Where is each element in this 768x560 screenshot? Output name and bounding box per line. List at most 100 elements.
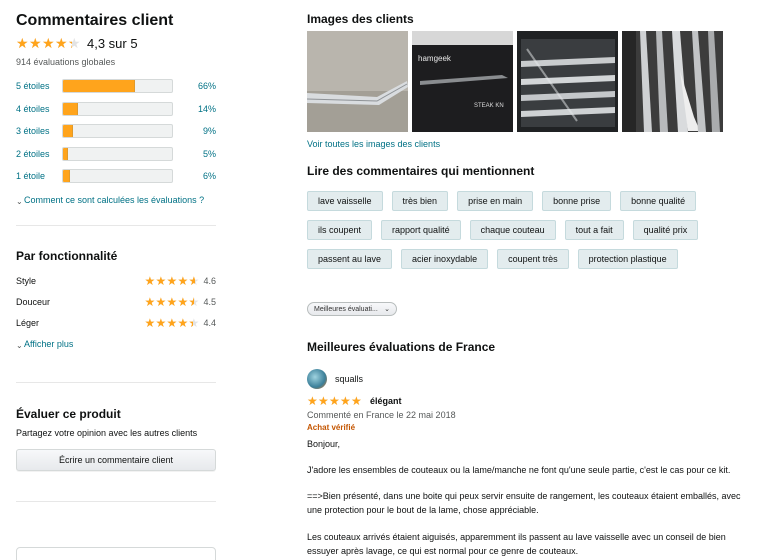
star-icon: ★★: [166, 316, 178, 330]
customer-image-1[interactable]: [307, 31, 408, 132]
verified-purchase-badge[interactable]: Achat vérifié: [307, 423, 757, 432]
show-more-text[interactable]: Afficher plus: [24, 338, 73, 352]
feature-stars: ★★★★★★★★★★: [144, 296, 199, 308]
feature-name: Léger: [16, 318, 40, 328]
review-title-row: ★ ★ ★ ★ ★ ★ ★ ★ ★ ★ élégant: [307, 395, 757, 407]
feature-row-douceur: Douceur ★ ★ ★ ★ ★ ★ ★ ★ ★ ★ 4.5: [16, 292, 216, 313]
histogram-row-4[interactable]: 4 étoiles 14%: [16, 98, 216, 121]
mention-chip[interactable]: ils coupent: [307, 220, 373, 240]
histogram-row-1[interactable]: 1 étoile 6%: [16, 165, 216, 188]
mention-chip[interactable]: coupent très: [497, 249, 569, 269]
histogram-fill: [63, 102, 79, 115]
histogram-percent[interactable]: 5%: [186, 149, 216, 159]
histogram-label[interactable]: 2 étoiles: [16, 149, 62, 159]
histogram-percent[interactable]: 9%: [186, 126, 216, 136]
mentions-heading: Lire des commentaires qui mentionnent: [307, 164, 535, 178]
histogram-fill: [63, 170, 70, 183]
histogram-label[interactable]: 4 étoiles: [16, 104, 62, 114]
feature-value: 4.6: [203, 276, 216, 286]
review-stars[interactable]: ★ ★ ★ ★ ★ ★ ★ ★ ★ ★: [307, 395, 362, 407]
star-icon: ★★: [329, 394, 340, 408]
customer-images-heading: Images des clients: [307, 12, 414, 26]
mention-chip[interactable]: rapport qualité: [381, 220, 461, 240]
reviews-main-column: Images des clients hamgeek STEAK KN Voir…: [307, 0, 757, 558]
review-paragraph: Les couteaux arrivés étaient aiguisés, a…: [307, 532, 726, 556]
star-icon: ★★: [16, 35, 29, 51]
star-icon: ★★: [351, 394, 362, 408]
mention-chip[interactable]: chaque couteau: [469, 220, 556, 240]
customer-image-3[interactable]: [517, 31, 618, 132]
feature-name: Style: [16, 276, 37, 286]
evaluate-subtitle: Partagez votre opinion avec les autres c…: [16, 427, 198, 438]
review-paragraph: Bonjour,: [307, 439, 341, 449]
feature-value: 4.5: [203, 297, 216, 307]
show-more-features-link[interactable]: ⌄ Afficher plus: [16, 338, 216, 352]
reviewer-name[interactable]: squalls: [335, 374, 363, 384]
chevron-down-icon: ⌄: [16, 196, 23, 206]
histogram-bar[interactable]: [62, 79, 173, 94]
histogram-row-5[interactable]: 5 étoiles 66%: [16, 75, 216, 98]
mention-chip[interactable]: bonne prise: [542, 191, 612, 211]
global-ratings-count: 914 évaluations globales: [16, 57, 116, 67]
top-reviews-heading: Meilleures évaluations de France: [307, 340, 496, 354]
histogram-row-2[interactable]: 2 étoiles 5%: [16, 143, 216, 166]
mention-chip[interactable]: tout a fait: [564, 220, 624, 240]
average-stars: ★★★★★★★★★★: [16, 36, 81, 50]
histogram-percent[interactable]: 6%: [186, 171, 216, 181]
star-icon: ★★: [155, 274, 167, 288]
histogram-fill: [63, 125, 73, 138]
reviews-heading: Commentaires client: [16, 12, 174, 29]
sort-dropdown[interactable]: Meilleures évaluati... ⌄: [307, 302, 397, 316]
star-icon: ★★: [55, 35, 68, 51]
mention-chip[interactable]: protection plastique: [577, 249, 678, 269]
mention-chip[interactable]: passent au lave: [307, 249, 393, 269]
mention-chip[interactable]: acier inoxydable: [401, 249, 489, 269]
histogram-row-3[interactable]: 3 étoiles 9%: [16, 120, 216, 143]
star-icon: ★★: [188, 295, 200, 309]
star-icon: ★★: [144, 274, 156, 288]
histogram-bar[interactable]: [62, 146, 173, 161]
chevron-down-icon: ⌄: [16, 340, 23, 350]
feature-name: Douceur: [16, 297, 51, 307]
see-all-images-link[interactable]: Voir toutes les images des clients: [307, 139, 757, 149]
histogram-bar[interactable]: [62, 101, 173, 116]
feature-value: 4.4: [203, 318, 216, 328]
mention-chip[interactable]: bonne qualité: [620, 191, 697, 211]
how-ratings-calculated-text[interactable]: Comment ce sont calculées les évaluation…: [24, 194, 204, 208]
average-rating-text: 4,3 sur 5: [87, 35, 138, 51]
divider: [16, 381, 216, 383]
histogram-percent[interactable]: 14%: [186, 104, 216, 114]
review-paragraph: ==>Bien présenté, dans une boite qui peu…: [307, 491, 741, 515]
reviewer-profile[interactable]: squalls: [307, 369, 757, 389]
features-heading: Par fonctionnalité: [16, 248, 118, 263]
customer-image-4[interactable]: [622, 31, 723, 132]
star-icon: ★★: [177, 295, 189, 309]
histogram-label[interactable]: 1 étoile: [16, 171, 62, 181]
histogram-percent[interactable]: 66%: [186, 81, 216, 91]
customer-image-2[interactable]: hamgeek STEAK KN: [412, 31, 513, 132]
mention-chip[interactable]: prise en main: [457, 191, 534, 211]
star-icon: ★★: [155, 316, 167, 330]
mention-chips: lave vaisselle très bien prise en main b…: [307, 191, 737, 278]
review-title[interactable]: élégant: [370, 396, 402, 406]
review-date: Commenté en France le 22 mai 2018: [307, 410, 456, 420]
histogram-bar[interactable]: [62, 124, 173, 139]
star-icon: ★★: [166, 295, 178, 309]
review-card: squalls ★ ★ ★ ★ ★ ★ ★ ★ ★ ★ élégant Commenté en F…: [307, 369, 757, 558]
write-review-button[interactable]: Écrire un commentaire client: [16, 448, 216, 471]
evaluate-heading: Évaluer ce produit: [16, 406, 121, 421]
how-ratings-calculated-link[interactable]: ⌄ Comment ce sont calculées les évaluati…: [16, 194, 216, 208]
thumb-brand-text: hamgeek: [418, 54, 452, 63]
histogram-label[interactable]: 3 étoiles: [16, 126, 62, 136]
review-body: Bonjour, J'adore les ensembles de coutea…: [307, 437, 757, 558]
review-paragraph: J'adore les ensembles de couteaux ou la …: [307, 465, 731, 475]
avatar[interactable]: [307, 369, 327, 389]
histogram-label[interactable]: 5 étoiles: [16, 81, 62, 91]
mention-chip[interactable]: très bien: [391, 191, 449, 211]
star-icon: ★★: [29, 35, 42, 51]
mention-chip[interactable]: lave vaisselle: [307, 191, 383, 211]
star-icon: ★★: [318, 394, 329, 408]
rating-histogram: 5 étoiles 66% 4 étoiles 14% 3 étoiles 9%…: [16, 75, 216, 188]
histogram-bar[interactable]: [62, 169, 173, 184]
mention-chip[interactable]: qualité prix: [632, 220, 699, 240]
